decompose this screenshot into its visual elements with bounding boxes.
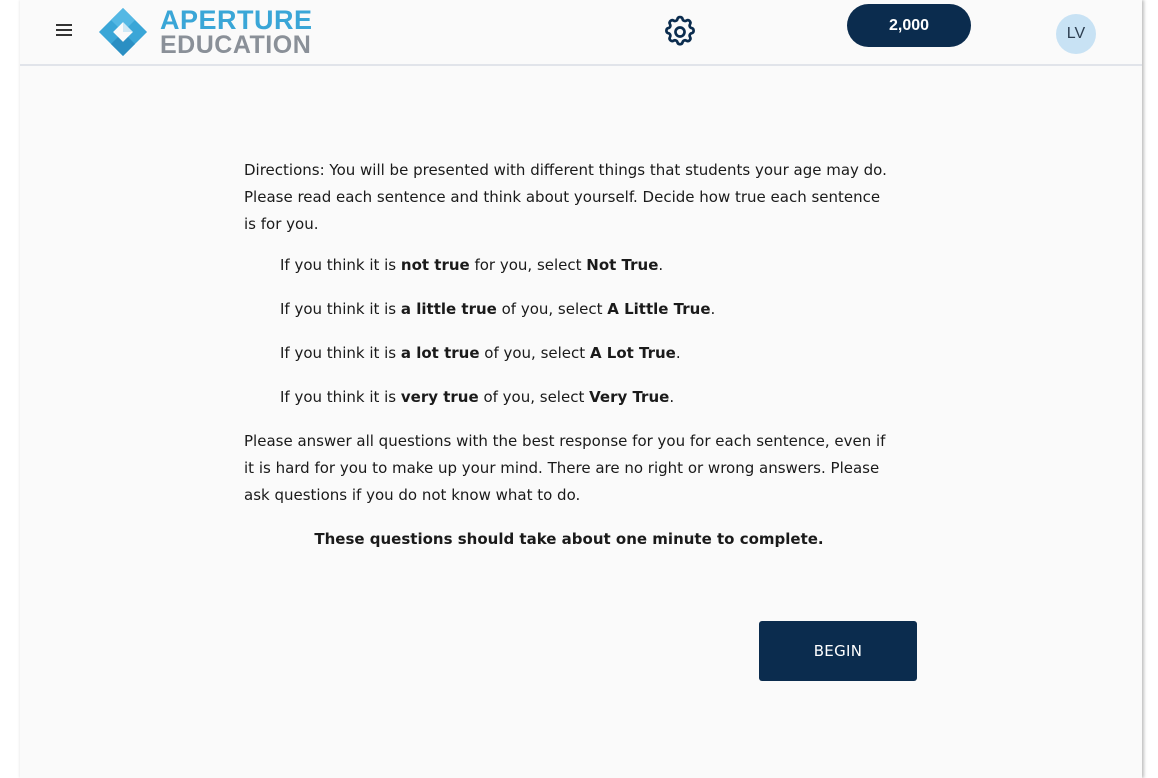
time-estimate-note: These questions should take about one mi… bbox=[314, 530, 824, 548]
points-balance-badge[interactable]: 2,000 bbox=[847, 4, 971, 47]
closing-instructions: Please answer all questions with the bes… bbox=[244, 432, 886, 504]
aperture-education-logo[interactable]: APERTURE EDUCATION bbox=[96, 4, 313, 60]
option-prefix: If you think it is bbox=[280, 300, 401, 318]
option-a-lot-true: If you think it is a lot true of you, se… bbox=[280, 340, 894, 367]
option-prefix: If you think it is bbox=[280, 256, 401, 274]
logo-wordmark-aperture: APERTURE bbox=[160, 4, 313, 35]
option-middle: of you, select bbox=[479, 344, 590, 362]
top-bar: APERTURE EDUCATION 2,000 LV bbox=[20, 0, 1142, 66]
option-middle: for you, select bbox=[469, 256, 587, 274]
app-window: APERTURE EDUCATION 2,000 LV Directions: … bbox=[20, 0, 1142, 778]
logo-wordmark-education: EDUCATION bbox=[160, 30, 312, 59]
option-choice: A Lot True bbox=[589, 344, 676, 362]
option-suffix: . bbox=[669, 388, 675, 406]
option-choice: A Little True bbox=[607, 300, 711, 318]
option-very-true: If you think it is very true of you, sel… bbox=[280, 384, 894, 411]
option-suffix: . bbox=[710, 300, 716, 318]
option-term: a little true bbox=[400, 300, 497, 318]
option-choice: Not True bbox=[586, 256, 659, 274]
option-a-little-true: If you think it is a little true of you,… bbox=[280, 296, 894, 323]
option-prefix: If you think it is bbox=[280, 344, 401, 362]
option-term: a lot true bbox=[400, 344, 480, 362]
option-term: very true bbox=[400, 388, 479, 406]
option-suffix: . bbox=[658, 256, 664, 274]
gear-icon[interactable] bbox=[662, 14, 698, 50]
option-middle: of you, select bbox=[478, 388, 590, 406]
hamburger-menu-icon[interactable] bbox=[56, 24, 72, 38]
user-avatar[interactable]: LV bbox=[1056, 14, 1096, 54]
option-not-true: If you think it is not true for you, sel… bbox=[280, 252, 894, 279]
option-middle: of you, select bbox=[496, 300, 608, 318]
option-choice: Very True bbox=[589, 388, 670, 406]
directions-text: Directions: You will be presented with d… bbox=[244, 161, 887, 233]
aperture-logo-mark-icon bbox=[98, 7, 148, 57]
directions-panel: Directions: You will be presented with d… bbox=[244, 157, 894, 553]
begin-button[interactable]: BEGIN bbox=[759, 621, 917, 681]
option-suffix: . bbox=[675, 344, 681, 362]
option-term: not true bbox=[400, 256, 470, 274]
option-prefix: If you think it is bbox=[280, 388, 401, 406]
